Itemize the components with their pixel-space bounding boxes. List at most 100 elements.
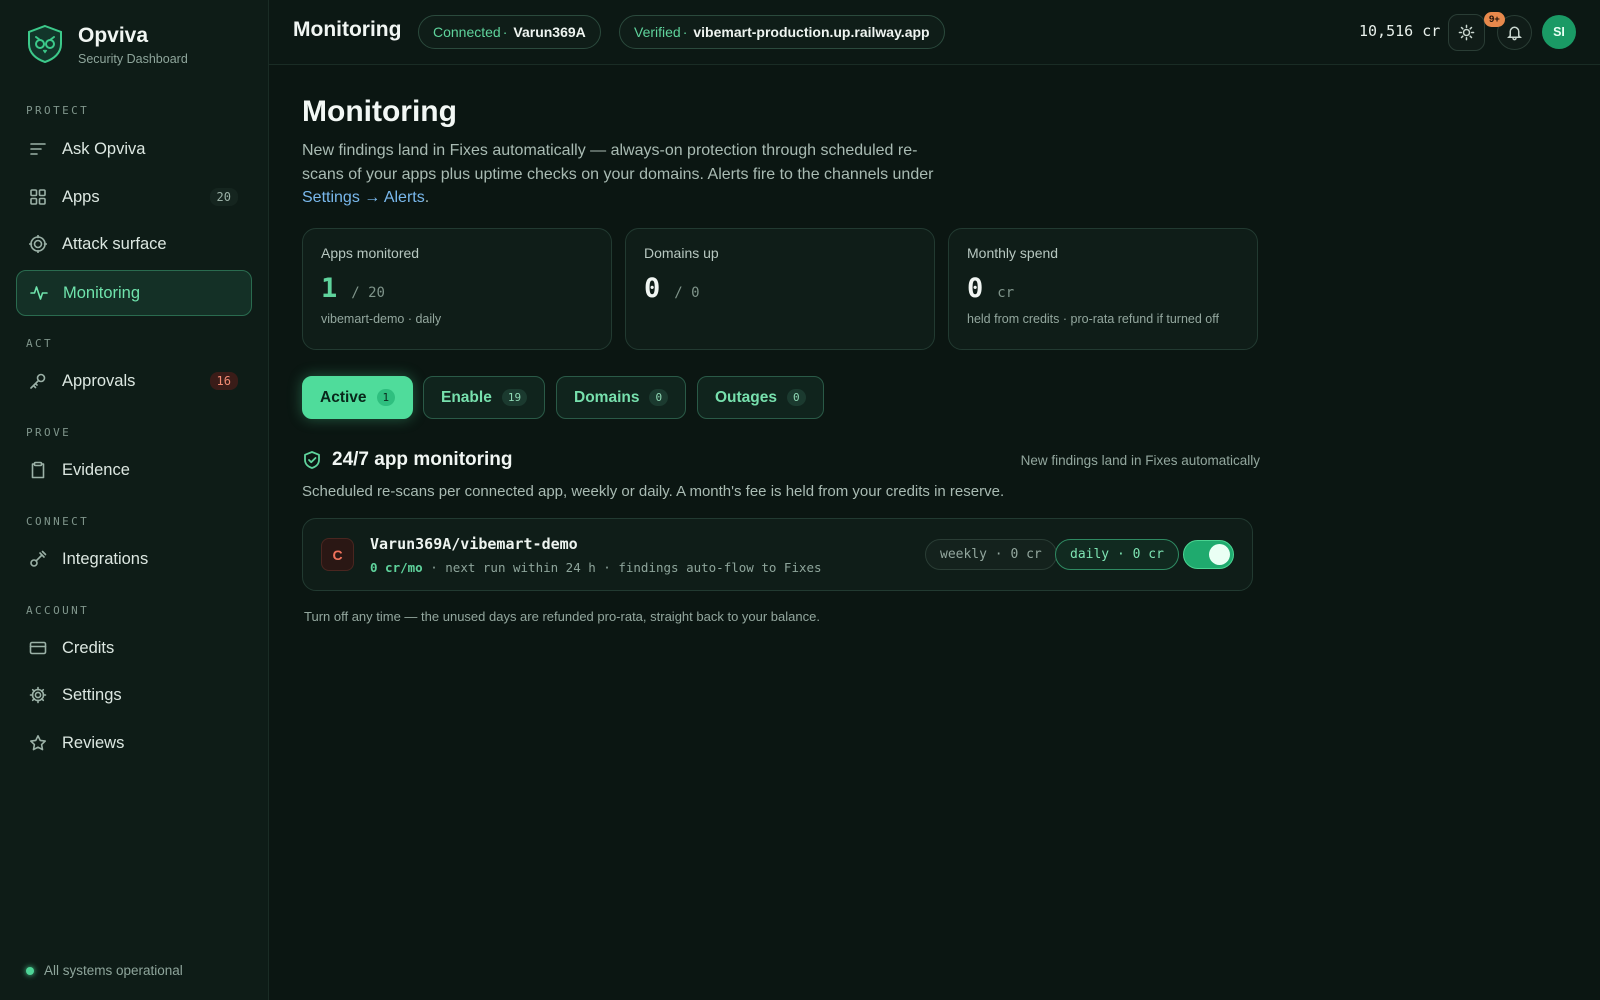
shield-check-icon: [304, 451, 320, 469]
tab-active[interactable]: Active 1: [302, 376, 414, 419]
sidebar-item-settings[interactable]: Settings: [16, 673, 252, 717]
sidebar-item-label: Settings: [62, 685, 122, 704]
tab-count: 0: [787, 389, 806, 406]
stat-label: Apps monitored: [321, 245, 420, 261]
pill-separator: ·: [682, 24, 688, 40]
toggle-knob: [1209, 544, 1230, 565]
sidebar-item-credits[interactable]: Credits: [16, 626, 252, 670]
monitored-app-card: C Varun369A/vibemart-demo 0 cr/mo · next…: [302, 518, 1253, 591]
sidebar-item-apps[interactable]: Apps 20: [16, 175, 252, 219]
app-meta: 0 cr/mo · next run within 24 h · finding…: [370, 560, 822, 575]
verified-value: vibemart-production.up.railway.app: [693, 24, 930, 40]
stat-value: 0: [644, 273, 661, 304]
section-label-protect: PROTECT: [26, 104, 90, 117]
daily-option-button[interactable]: daily · 0 cr: [1055, 539, 1179, 570]
sidebar-item-integrations[interactable]: Integrations: [16, 537, 252, 581]
section-title: 24/7 app monitoring: [332, 449, 513, 470]
apps-count-badge: 20: [209, 188, 238, 206]
stat-card-domains-up: Domains up 0 / 0: [625, 228, 935, 350]
brand-name: Opviva: [78, 24, 149, 47]
verified-pill[interactable]: Verified · vibemart-production.up.railway…: [619, 15, 945, 49]
stat-card-monthly-spend: Monthly spend 0 cr held from credits · p…: [948, 228, 1258, 350]
monitoring-toggle[interactable]: [1183, 540, 1234, 569]
card-icon: [28, 638, 48, 658]
connected-pill[interactable]: Connected · Varun369A: [418, 15, 601, 49]
sidebar-item-ask-opviva[interactable]: Ask Opviva: [16, 127, 252, 171]
grid-icon: [28, 187, 48, 207]
stat-suffix: / 0: [674, 285, 700, 301]
stat-value: 0: [967, 273, 984, 304]
sidebar-item-label: Evidence: [62, 460, 130, 479]
key-icon: [28, 371, 48, 391]
section-label-account: ACCOUNT: [26, 604, 90, 617]
stat-suffix: cr: [997, 285, 1015, 301]
stat-foot: held from credits · pro-rata refund if t…: [967, 312, 1219, 326]
status-dot-icon: [26, 966, 34, 975]
sidebar-item-evidence[interactable]: Evidence: [16, 448, 252, 492]
connected-value: Varun369A: [513, 24, 586, 40]
verified-label: Verified: [634, 24, 681, 40]
tab-count: 1: [376, 389, 396, 406]
section-label-connect: CONNECT: [26, 515, 90, 528]
pill-separator: ·: [502, 24, 508, 40]
stat-card-apps-monitored: Apps monitored 1 / 20 vibemart-demo · da…: [302, 228, 612, 350]
avatar[interactable]: SI: [1542, 15, 1576, 49]
sidebar-item-label: Monitoring: [63, 283, 141, 302]
sidebar-item-label: Reviews: [62, 733, 125, 752]
weekly-option-button[interactable]: weekly · 0 cr: [925, 539, 1057, 570]
connected-label: Connected: [433, 24, 501, 40]
notification-badge: 9+: [1484, 12, 1505, 27]
tab-domains[interactable]: Domains 0: [556, 376, 687, 419]
brand[interactable]: Opviva Security Dashboard: [26, 24, 188, 66]
sidebar-item-label: Ask Opviva: [62, 139, 146, 158]
pulse-icon: [29, 283, 49, 303]
tab-count: 0: [649, 389, 669, 406]
sidebar-item-label: Credits: [62, 638, 115, 657]
refund-footnote: Turn off any time — the unused days are …: [304, 609, 820, 624]
app-price: 0 cr/mo: [370, 560, 423, 575]
system-status: All systems operational: [26, 963, 183, 978]
star-icon: [28, 733, 48, 753]
section-note: New findings land in Fixes automatically: [1020, 453, 1260, 468]
tab-enable[interactable]: Enable 19: [423, 376, 546, 419]
sidebar-item-reviews[interactable]: Reviews: [16, 721, 252, 765]
app-initial-icon: C: [321, 538, 354, 571]
stat-label: Monthly spend: [967, 245, 1059, 261]
tab-count: 19: [501, 389, 528, 406]
app-name: Varun369A/vibemart-demo: [370, 535, 578, 553]
owl-shield-logo-icon: [28, 24, 62, 64]
page-description-end: .: [424, 189, 430, 206]
credits-balance: 10,516 cr: [1359, 22, 1441, 40]
sidebar-item-approvals[interactable]: Approvals 16: [16, 359, 252, 403]
app-schedule-info: · next run within 24 h · findings auto-f…: [422, 560, 822, 575]
settings-alerts-link[interactable]: Settings → Alerts: [302, 189, 425, 206]
sidebar-item-attack-surface[interactable]: Attack surface: [16, 222, 252, 266]
sidebar-item-label: Apps: [62, 187, 100, 206]
list-icon: [28, 139, 48, 159]
section-header: 24/7 app monitoring: [302, 449, 513, 471]
section-label-prove: PROVE: [26, 426, 72, 439]
system-status-text: All systems operational: [44, 963, 183, 978]
stat-foot: vibemart-demo · daily: [321, 312, 442, 326]
gear-icon: [28, 685, 48, 705]
sidebar-item-monitoring[interactable]: Monitoring: [16, 270, 252, 316]
sidebar-item-label: Attack surface: [62, 234, 167, 253]
page-description: New findings land in Fixes automatically…: [302, 139, 942, 210]
page-title: Monitoring: [302, 95, 457, 128]
stat-value: 1: [321, 273, 338, 304]
topbar: Monitoring Connected · Varun369A Verified…: [269, 0, 1600, 65]
stat-label: Domains up: [644, 245, 719, 261]
tab-outages[interactable]: Outages 0: [697, 376, 824, 419]
brand-subtitle: Security Dashboard: [78, 52, 188, 66]
sidebar: Opviva Security Dashboard PROTECT Ask Op…: [0, 0, 269, 1000]
tab-label: Domains: [574, 388, 640, 406]
topbar-title: Monitoring: [293, 18, 402, 41]
approvals-count-badge: 16: [209, 372, 238, 390]
clipboard-icon: [28, 460, 48, 480]
section-description: Scheduled re-scans per connected app, we…: [302, 483, 1005, 500]
plug-icon: [28, 549, 48, 569]
page-description-text: New findings land in Fixes automatically…: [302, 142, 934, 183]
stat-suffix: / 20: [351, 285, 385, 301]
target-icon: [28, 234, 48, 254]
theme-toggle-button[interactable]: [1448, 14, 1485, 51]
